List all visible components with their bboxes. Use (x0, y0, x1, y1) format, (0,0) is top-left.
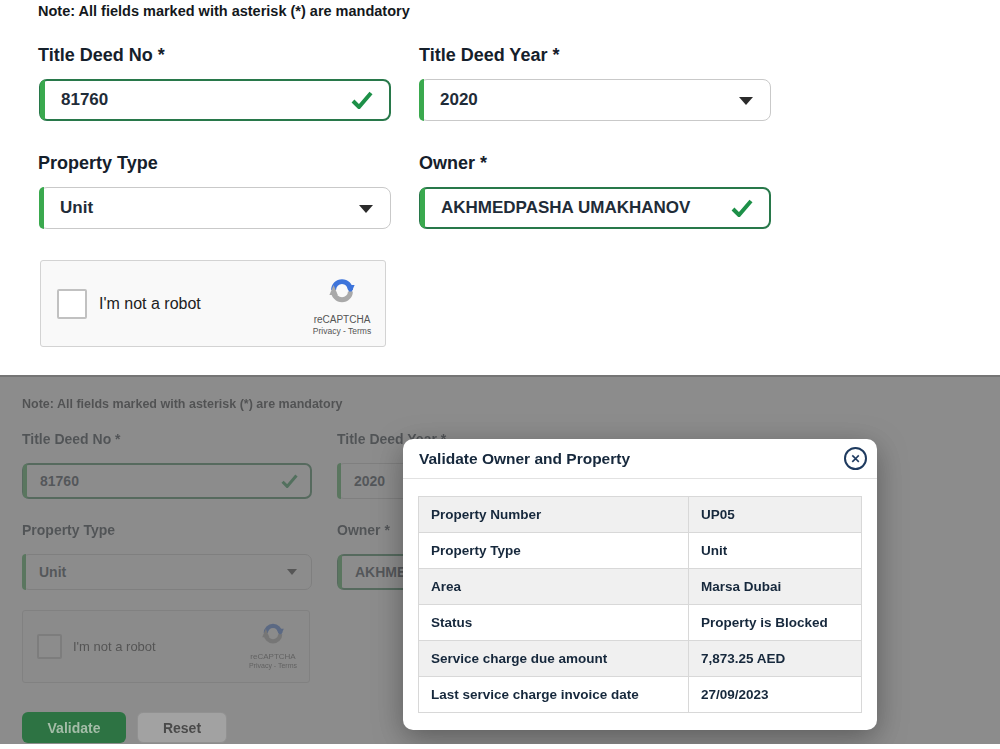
validate-modal: Validate Owner and Property ✕ Property N… (403, 439, 877, 730)
title-deed-no-input[interactable]: 81760 (39, 79, 391, 121)
row-value: UP05 (689, 497, 861, 532)
recaptcha-label: I'm not a robot (99, 295, 201, 313)
row-label: Service charge due amount (419, 641, 689, 676)
title-deed-year-value: 2020 (440, 90, 478, 110)
recaptcha-brand-text: reCAPTCHA (310, 314, 374, 325)
property-type-select[interactable]: Unit (39, 187, 391, 229)
form-section: Note: All fields marked with asterisk (*… (0, 0, 1000, 375)
recaptcha-logo: reCAPTCHA Privacy - Terms (310, 276, 374, 336)
page: Note: All fields marked with asterisk (*… (0, 0, 1000, 749)
field-accent (40, 80, 45, 120)
title-deed-no-value: 81760 (61, 90, 108, 110)
dimmed-form-section: Note: All fields marked with asterisk (*… (0, 375, 1000, 744)
row-value: Property is Blocked (689, 605, 861, 640)
validate-button[interactable]: Validate (22, 712, 126, 743)
property-type-value: Unit (60, 198, 93, 218)
owner-label: Owner * (419, 153, 487, 174)
property-details-table: Property Number UP05 Property Type Unit … (418, 496, 862, 713)
title-deed-no-label: Title Deed No * (38, 45, 165, 66)
owner-input[interactable]: AKHMEDPASHA UMAKHANOV (419, 187, 771, 229)
valid-check-icon (731, 199, 753, 217)
reset-button[interactable]: Reset (137, 712, 227, 743)
field-accent (39, 187, 44, 229)
recaptcha-checkbox[interactable] (57, 289, 87, 319)
table-row: Last service charge invoice date 27/09/2… (418, 677, 862, 713)
table-row: Status Property is Blocked (418, 605, 862, 641)
recaptcha-links[interactable]: Privacy - Terms (310, 326, 374, 336)
chevron-down-icon (739, 97, 753, 105)
table-row: Property Type Unit (418, 533, 862, 569)
row-label: Area (419, 569, 689, 604)
title-deed-year-label: Title Deed Year * (419, 45, 559, 66)
field-accent (420, 188, 425, 228)
close-icon[interactable]: ✕ (844, 447, 867, 470)
recaptcha-widget: I'm not a robot reCAPTCHA Privacy - Term… (40, 260, 386, 347)
table-row: Area Marsa Dubai (418, 569, 862, 605)
modal-header: Validate Owner and Property ✕ (403, 439, 877, 479)
recaptcha-icon (328, 276, 356, 304)
chevron-down-icon (359, 205, 373, 213)
row-value: Unit (689, 533, 861, 568)
row-value: 7,873.25 AED (689, 641, 861, 676)
property-type-label: Property Type (38, 153, 158, 174)
row-value: 27/09/2023 (689, 677, 861, 712)
row-label: Property Type (419, 533, 689, 568)
row-value: Marsa Dubai (689, 569, 861, 604)
mandatory-note: Note: All fields marked with asterisk (*… (38, 3, 410, 19)
field-accent (419, 79, 424, 121)
owner-value: AKHMEDPASHA UMAKHANOV (441, 198, 690, 218)
modal-title: Validate Owner and Property (419, 450, 630, 468)
valid-check-icon (351, 91, 373, 109)
row-label: Last service charge invoice date (419, 677, 689, 712)
row-label: Property Number (419, 497, 689, 532)
title-deed-year-select[interactable]: 2020 (419, 79, 771, 121)
table-row: Property Number UP05 (418, 497, 862, 533)
row-label: Status (419, 605, 689, 640)
table-row: Service charge due amount 7,873.25 AED (418, 641, 862, 677)
